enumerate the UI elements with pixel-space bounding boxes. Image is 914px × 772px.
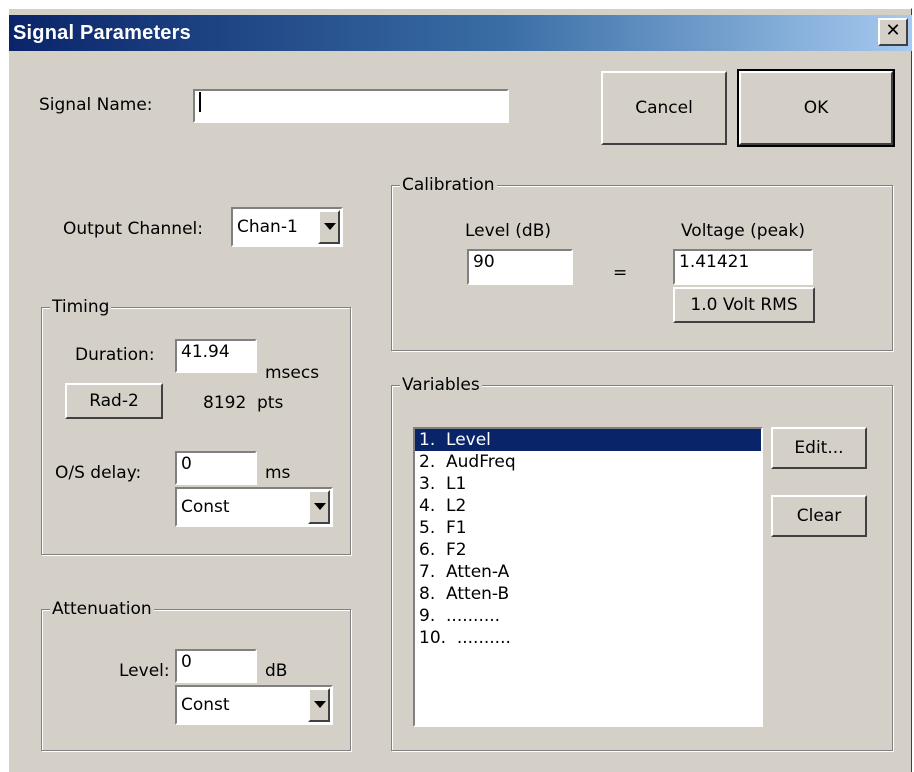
clear-button[interactable]: Clear (771, 495, 867, 537)
timing-mode-dropdown-button[interactable] (308, 490, 330, 524)
rad2-button[interactable]: Rad-2 (65, 383, 163, 419)
signal-parameters-dialog: Signal Parameters ✕ Signal Name: Cancel … (8, 8, 912, 772)
cancel-button-label: Cancel (635, 98, 693, 118)
calibration-level-value: 90 (473, 252, 495, 272)
title-bar[interactable]: Signal Parameters ✕ (9, 15, 912, 51)
attenuation-level-unit: dB (265, 661, 288, 681)
output-channel-dropdown-button[interactable] (318, 210, 340, 244)
window-title: Signal Parameters (13, 22, 191, 44)
clear-button-label: Clear (796, 506, 842, 526)
signal-name-label: Signal Name: (39, 95, 153, 115)
attenuation-mode-value: Const (181, 695, 230, 715)
text-cursor (199, 92, 201, 112)
os-delay-label: O/S delay: (55, 463, 142, 483)
points-value: 8192 (203, 393, 247, 413)
points-unit: pts (257, 393, 284, 413)
voltage-label: Voltage (peak) (681, 221, 805, 241)
timing-mode-select[interactable]: Const (175, 487, 333, 527)
duration-input[interactable]: 41.94 (175, 339, 257, 373)
ok-button[interactable]: OK (737, 69, 895, 147)
calibration-level-input[interactable]: 90 (467, 249, 573, 285)
voltage-value: 1.41421 (679, 252, 750, 272)
edit-button[interactable]: Edit... (771, 427, 867, 469)
list-item[interactable]: 6. F2 (415, 539, 761, 561)
os-delay-input[interactable]: 0 (175, 451, 257, 485)
one-volt-rms-label: 1.0 Volt RMS (690, 295, 798, 315)
cancel-button[interactable]: Cancel (601, 71, 727, 145)
attenuation-mode-dropdown-button[interactable] (308, 688, 330, 722)
duration-value: 41.94 (181, 342, 230, 362)
equals-sign: = (613, 263, 628, 283)
os-delay-value: 0 (181, 454, 192, 474)
list-item[interactable]: 5. F1 (415, 517, 761, 539)
chevron-down-icon (314, 701, 326, 708)
signal-name-input[interactable] (193, 89, 509, 123)
attenuation-level-label: Level: (119, 661, 170, 681)
list-item[interactable]: 9. .......... (415, 605, 761, 627)
close-icon: ✕ (885, 20, 901, 41)
one-volt-rms-button[interactable]: 1.0 Volt RMS (673, 287, 815, 323)
attenuation-legend: Attenuation (50, 598, 154, 620)
output-channel-value: Chan-1 (237, 217, 298, 237)
rad2-button-label: Rad-2 (89, 391, 139, 411)
attenuation-mode-select[interactable]: Const (175, 685, 333, 725)
chevron-down-icon (324, 223, 336, 230)
list-item[interactable]: 10. .......... (415, 627, 761, 649)
calibration-legend: Calibration (400, 174, 497, 196)
list-item[interactable]: 2. AudFreq (415, 451, 761, 473)
variables-listbox[interactable]: 1. Level 2. AudFreq 3. L1 4. L2 5. F1 6. F2 7.… (413, 427, 763, 727)
calibration-level-label: Level (dB) (465, 221, 551, 241)
list-item[interactable]: 4. L2 (415, 495, 761, 517)
timing-mode-value: Const (181, 497, 230, 517)
duration-unit: msecs (265, 363, 320, 383)
list-item[interactable]: 7. Atten-A (415, 561, 761, 583)
voltage-input[interactable]: 1.41421 (673, 249, 813, 285)
edit-button-label: Edit... (794, 438, 844, 458)
close-button[interactable]: ✕ (878, 18, 908, 46)
os-delay-unit: ms (265, 463, 291, 483)
output-channel-select[interactable]: Chan-1 (231, 207, 343, 247)
chevron-down-icon (314, 503, 326, 510)
attenuation-level-value: 0 (181, 652, 192, 672)
ok-button-label: OK (803, 98, 829, 118)
list-item[interactable]: 1. Level (415, 429, 761, 451)
variables-legend: Variables (400, 374, 482, 396)
timing-legend: Timing (50, 296, 112, 318)
attenuation-level-input[interactable]: 0 (175, 649, 257, 683)
output-channel-label: Output Channel: (63, 219, 203, 239)
list-item[interactable]: 3. L1 (415, 473, 761, 495)
list-item[interactable]: 8. Atten-B (415, 583, 761, 605)
duration-label: Duration: (75, 345, 155, 365)
